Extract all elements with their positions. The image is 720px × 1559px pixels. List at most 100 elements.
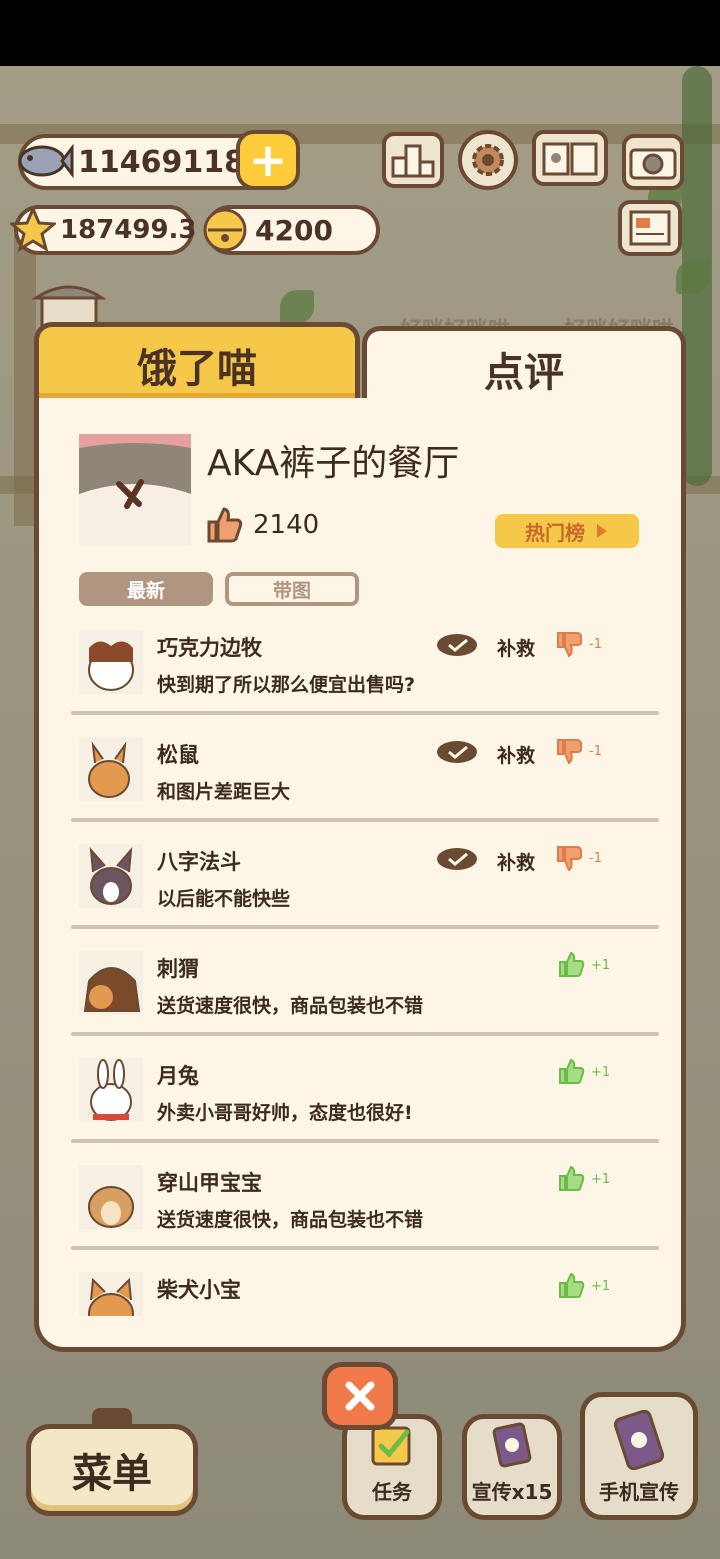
phone-promo-button[interactable]: 手机宣传 [580, 1392, 698, 1520]
review-item: 刺猬 送货速度很快，商品包装也不错 +1 [69, 943, 659, 1050]
promo-card-icon [492, 1422, 532, 1468]
reply-bubble-icon[interactable] [435, 632, 479, 658]
avatar-hedgehog [79, 951, 143, 1015]
review-username: 刺猬 [157, 957, 199, 981]
menu-button[interactable]: 菜单 [26, 1424, 198, 1516]
avatar-squirrel [79, 737, 143, 801]
menu-label: 菜单 [72, 1451, 152, 1497]
task-label: 任务 [372, 1480, 412, 1504]
review-username: 八字法斗 [157, 850, 241, 874]
review-dislike: -1 [555, 844, 602, 872]
avatar-french-bulldog [79, 844, 143, 908]
review-score: -1 [589, 636, 602, 652]
review-item: 穿山甲宝宝 送货速度很快，商品包装也不错 +1 [69, 1157, 659, 1264]
camera-icon [629, 148, 677, 180]
remedy-button[interactable]: 补救 [497, 848, 535, 875]
review-score: -1 [589, 850, 602, 866]
review-item: 柴犬小宝 +1 [69, 1264, 659, 1316]
review-username: 穿山甲宝宝 [157, 1171, 262, 1195]
thumb-up-icon [559, 1165, 585, 1191]
phone-promo-label: 手机宣传 [599, 1480, 679, 1504]
avatar-shiba [79, 1272, 143, 1316]
review-dislike: -1 [555, 630, 602, 658]
settings-button[interactable] [458, 130, 518, 190]
review-username: 松鼠 [157, 743, 199, 767]
review-item: 松鼠 和图片差距巨大 补救 -1 [69, 729, 659, 836]
review-text: 以后能不能快些 [157, 888, 291, 910]
tab-hungry-meow[interactable]: 饿了喵 [34, 322, 360, 410]
thumb-down-icon [557, 739, 582, 765]
review-text: 外卖小哥哥好帅，态度也很好! [157, 1102, 413, 1124]
review-username: 柴犬小宝 [157, 1278, 241, 1302]
review-divider [71, 925, 659, 929]
status-bar [0, 0, 720, 66]
tab-review-label: 点评 [484, 349, 564, 396]
gear-icon [472, 144, 504, 176]
review-like: +1 [557, 951, 610, 979]
restaurant-name: AKA裤子的餐厅 [207, 443, 460, 484]
review-username: 巧克力边牧 [157, 636, 262, 660]
avatar-border-collie [79, 630, 143, 694]
play-arrow-icon [597, 524, 607, 538]
avatar-moon-rabbit [79, 1058, 143, 1122]
filter-with-image-button[interactable]: 带图 [225, 572, 359, 606]
review-text: 送货速度很快，商品包装也不错 [157, 1209, 424, 1231]
thumb-up-icon [559, 1272, 585, 1298]
review-divider [71, 1139, 659, 1143]
reply-bubble-icon[interactable] [435, 739, 479, 765]
shop-icon[interactable] [32, 282, 106, 326]
review-dislike: -1 [555, 737, 602, 765]
review-score: +1 [591, 957, 611, 973]
hot-ranking-button[interactable]: 热门榜 [495, 514, 639, 548]
review-like: +1 [557, 1165, 610, 1193]
thumb-up-icon [207, 507, 243, 543]
promo-button[interactable]: 宣传x15 [462, 1414, 562, 1520]
review-score: +1 [591, 1278, 611, 1294]
review-text: 送货速度很快，商品包装也不错 [157, 995, 424, 1017]
hot-ranking-label: 热门榜 [525, 520, 585, 545]
review-divider [71, 1246, 659, 1250]
review-panel: AKA裤子的餐厅 2140 热门榜 最新 带图 巧克力边牧 快到期了所以那么便宜… [34, 398, 686, 1352]
thumb-down-icon [557, 632, 582, 658]
thumb-up-icon [559, 1058, 585, 1084]
star-icon [10, 206, 56, 252]
filter-with-image-label: 带图 [272, 579, 311, 602]
filter-latest-button[interactable]: 最新 [79, 572, 213, 606]
ranking-icon [391, 144, 435, 178]
leaf-decoration [676, 260, 710, 294]
bell-icon [200, 204, 250, 254]
review-divider [71, 1032, 659, 1036]
review-divider [71, 818, 659, 822]
review-text: 快到期了所以那么便宜出售吗? [157, 674, 416, 696]
cat-book-button[interactable] [532, 130, 608, 186]
star-count: 187499.3 [60, 215, 197, 245]
review-item: 巧克力边牧 快到期了所以那么便宜出售吗? 补救 -1 [69, 622, 659, 729]
tab-review[interactable]: 点评 [362, 326, 686, 406]
review-list[interactable]: 巧克力边牧 快到期了所以那么便宜出售吗? 补救 -1 松鼠 和图片差距巨大 补救… [69, 622, 659, 1316]
phone-icon [613, 1410, 665, 1470]
remedy-button[interactable]: 补救 [497, 634, 535, 661]
review-item: 八字法斗 以后能不能快些 补救 -1 [69, 836, 659, 943]
review-divider [71, 711, 659, 715]
add-fish-button[interactable]: + [236, 130, 300, 190]
restaurant-likes: 2140 [205, 506, 319, 544]
avatar-pangolin [79, 1165, 143, 1229]
review-score: +1 [591, 1171, 611, 1187]
remedy-button[interactable]: 补救 [497, 741, 535, 768]
close-icon [345, 1381, 375, 1411]
review-like: +1 [557, 1058, 610, 1086]
close-button[interactable] [322, 1362, 398, 1430]
review-text: 和图片差距巨大 [157, 781, 291, 803]
likes-count: 2140 [253, 510, 320, 540]
reply-bubble-icon[interactable] [435, 846, 479, 872]
newspaper-button[interactable] [618, 200, 682, 256]
review-username: 月兔 [157, 1064, 199, 1088]
promo-label: 宣传x15 [471, 1480, 553, 1504]
review-score: +1 [591, 1064, 611, 1080]
camera-button[interactable] [622, 134, 684, 190]
fish-count: 11469118 [78, 144, 245, 180]
ranking-button[interactable] [382, 132, 444, 188]
filter-latest-label: 最新 [126, 579, 165, 602]
thumb-up-icon [559, 951, 585, 977]
review-like: +1 [557, 1272, 610, 1300]
